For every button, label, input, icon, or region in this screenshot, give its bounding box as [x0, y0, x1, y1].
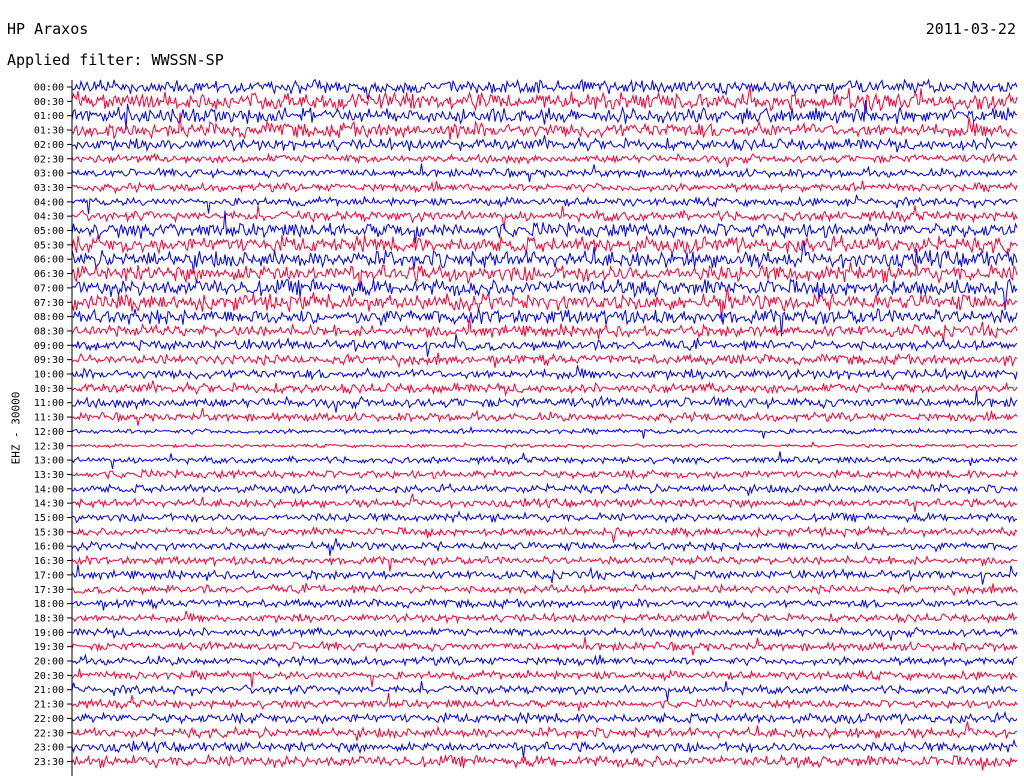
seismic-trace — [71, 653, 1018, 668]
row-time-label: 21:00 — [34, 685, 64, 696]
seismic-trace — [71, 408, 1018, 426]
row-time-label: 02:30 — [34, 154, 64, 165]
row-time-label: 05:00 — [34, 226, 64, 237]
row-time-label: 22:30 — [34, 728, 64, 739]
row-time-label: 09:30 — [34, 355, 64, 366]
seismic-trace — [71, 609, 1018, 625]
row-time-label: 18:00 — [34, 599, 64, 610]
seismic-trace — [71, 152, 1018, 168]
row-time-label: 12:30 — [34, 441, 64, 452]
seismic-trace — [71, 753, 1018, 771]
seismic-trace — [71, 681, 1018, 701]
row-time-label: 12:00 — [34, 427, 64, 438]
seismogram-plot: 00:00 00:30 01:00 01:30 02:00 02:30 03:00 03:30… — [34, 78, 1018, 776]
row-time-label: 10:30 — [34, 384, 64, 395]
seismic-trace — [71, 710, 1018, 726]
row-time-label: 15:30 — [34, 527, 64, 538]
row-time-label: 23:00 — [34, 743, 64, 754]
row-time-label: 09:00 — [34, 341, 64, 352]
seismic-trace — [71, 564, 1018, 585]
row-time-label: 00:00 — [34, 83, 64, 94]
row-time-label: 19:30 — [34, 642, 64, 653]
seismic-trace — [71, 380, 1018, 397]
row-time-label: 01:30 — [34, 126, 64, 137]
seismic-trace — [71, 493, 1018, 513]
seismic-trace — [71, 194, 1018, 215]
seismic-trace — [71, 668, 1018, 688]
row-time-label: 05:30 — [34, 240, 64, 251]
seismic-trace — [71, 86, 1018, 114]
row-time-label: 06:00 — [34, 255, 64, 266]
row-time-label: 13:00 — [34, 456, 64, 467]
seismic-trace — [71, 334, 1018, 357]
seismic-trace — [71, 467, 1018, 481]
row-time-label: 02:00 — [34, 140, 64, 151]
row-time-label: 03:00 — [34, 169, 64, 180]
row-time-label: 21:30 — [34, 700, 64, 711]
seismic-trace — [71, 636, 1018, 656]
seismic-trace — [71, 538, 1018, 556]
row-time-label: 20:30 — [34, 671, 64, 682]
row-time-label: 04:30 — [34, 212, 64, 223]
row-time-label: 22:00 — [34, 714, 64, 725]
row-time-label: 06:30 — [34, 269, 64, 280]
row-time-label: 07:30 — [34, 298, 64, 309]
seismic-trace — [71, 692, 1018, 712]
seismic-trace — [71, 626, 1018, 641]
seismic-trace — [71, 163, 1018, 182]
seismic-trace — [71, 316, 1018, 343]
seismic-trace — [71, 525, 1018, 543]
seismic-trace — [71, 234, 1018, 255]
seismic-trace — [71, 451, 1018, 469]
row-time-label: 16:00 — [34, 542, 64, 553]
row-time-label: 07:00 — [34, 283, 64, 294]
row-time-label: 01:00 — [34, 111, 64, 122]
seismic-trace — [71, 390, 1018, 413]
row-time-label: 08:00 — [34, 312, 64, 323]
seismic-trace — [71, 365, 1018, 381]
seismic-trace — [71, 738, 1018, 758]
seismic-trace — [71, 278, 1018, 310]
seismic-trace — [71, 721, 1018, 742]
seismic-trace — [71, 205, 1018, 230]
row-time-label: 11:00 — [34, 398, 64, 409]
row-time-label: 16:30 — [34, 556, 64, 567]
row-time-label: 19:00 — [34, 628, 64, 639]
seismic-trace — [71, 597, 1018, 611]
seismic-trace — [71, 440, 1018, 450]
row-time-label: 15:00 — [34, 513, 64, 524]
row-time-label: 10:00 — [34, 370, 64, 381]
row-time-label: 03:30 — [34, 183, 64, 194]
row-time-label: 00:30 — [34, 97, 64, 108]
row-time-label: 04:00 — [34, 197, 64, 208]
row-time-label: 13:30 — [34, 470, 64, 481]
row-time-label: 17:30 — [34, 585, 64, 596]
row-time-label: 23:30 — [34, 757, 64, 768]
seismic-trace — [71, 582, 1018, 597]
row-time-label: 18:30 — [34, 613, 64, 624]
seismic-trace — [71, 135, 1018, 153]
row-time-label: 17:00 — [34, 570, 64, 581]
seismic-trace — [71, 352, 1018, 369]
seismic-trace — [71, 180, 1018, 195]
row-time-label: 20:00 — [34, 657, 64, 668]
seismic-trace — [71, 482, 1018, 496]
seismic-trace — [71, 510, 1018, 524]
seismic-trace — [71, 425, 1018, 439]
row-time-label: 14:30 — [34, 499, 64, 510]
row-time-label: 08:30 — [34, 326, 64, 337]
seismic-trace — [71, 554, 1018, 572]
row-time-label: 14:00 — [34, 484, 64, 495]
row-time-label: 11:30 — [34, 413, 64, 424]
